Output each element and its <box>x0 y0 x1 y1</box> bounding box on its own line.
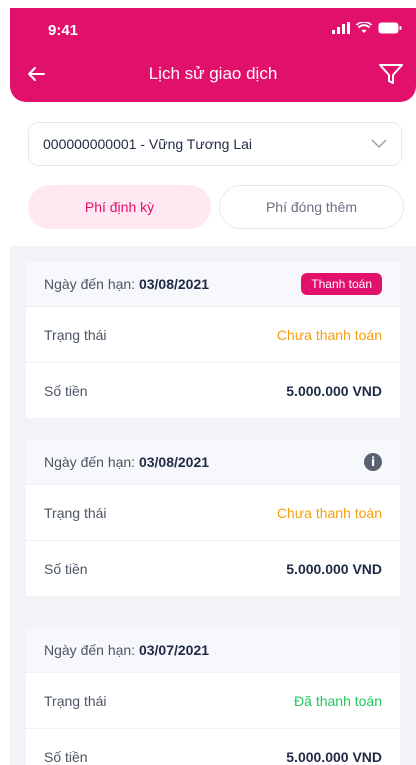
amount-label: Số tiền <box>44 560 88 577</box>
due-date-label: Ngày đến hạn: <box>44 276 136 292</box>
status-row: Trạng thái Chưa thanh toán <box>26 306 400 362</box>
status-value: Đã thanh toán <box>294 692 382 709</box>
card-header: Ngày đến hạn: 03/08/2021 i <box>26 440 400 484</box>
transaction-card: Ngày đến hạn: 03/08/2021 i Trạng thái Ch… <box>26 440 400 596</box>
status-time: 9:41 <box>48 22 79 39</box>
amount-row: Số tiền 5.000.000 VND <box>26 728 400 765</box>
page-title: Lịch sử giao dịch <box>148 64 278 83</box>
amount-value: 5.000.000 VND <box>286 382 382 399</box>
due-date-value: 03/07/2021 <box>138 642 210 658</box>
wifi-icon <box>356 22 372 33</box>
card-header: Ngày đến hạn: 03/07/2021 <box>26 628 400 672</box>
amount-value: 5.000.000 VND <box>286 560 382 577</box>
status-row: Trạng thái Chưa thanh toán <box>26 484 400 540</box>
transaction-card: Ngày đến hạn: 03/08/2021 Thanh toán Trạn… <box>26 262 400 418</box>
tab-periodic-fee[interactable]: Phí định kỳ <box>28 185 211 229</box>
status-row: Trạng thái Đã thanh toán <box>26 672 400 728</box>
amount-row: Số tiền 5.000.000 VND <box>26 362 400 418</box>
amount-value: 5.000.000 VND <box>286 748 382 765</box>
account-selector[interactable]: 000000000001 - Vững Tương Lai <box>28 122 402 166</box>
signal-icon <box>332 22 350 34</box>
status-icons <box>332 22 402 34</box>
due-date-label: Ngày đến hạn: <box>44 642 136 658</box>
card-header: Ngày đến hạn: 03/08/2021 Thanh toán <box>26 262 400 306</box>
due-date-value: 03/08/2021 <box>138 454 210 470</box>
due-date-value: 03/08/2021 <box>138 276 210 292</box>
status-label: Trạng thái <box>44 692 107 709</box>
tab-additional-fee[interactable]: Phí đóng thêm <box>219 185 404 229</box>
battery-icon <box>378 22 402 34</box>
status-label: Trạng thái <box>44 326 107 343</box>
status-value: Chưa thanh toán <box>276 326 382 343</box>
amount-label: Số tiền <box>44 382 88 399</box>
status-label: Trạng thái <box>44 504 107 521</box>
status-value: Chưa thanh toán <box>276 504 382 521</box>
account-selector-value: 000000000001 - Vững Tương Lai <box>43 136 253 152</box>
transaction-card: Ngày đến hạn: 03/07/2021 Trạng thái Đã t… <box>26 628 400 765</box>
chevron-down-icon <box>371 139 387 149</box>
transaction-list: Ngày đến hạn: 03/08/2021 Thanh toán Trạn… <box>10 246 416 765</box>
amount-row: Số tiền 5.000.000 VND <box>26 540 400 596</box>
amount-label: Số tiền <box>44 748 88 765</box>
app-header: 9:41 Lịch sử giao dịch <box>10 8 416 102</box>
due-date-label: Ngày đến hạn: <box>44 454 136 470</box>
filter-icon[interactable] <box>378 62 404 86</box>
pay-button[interactable]: Thanh toán <box>301 273 382 295</box>
fee-tabs: Phí định kỳ Phí đóng thêm <box>28 185 404 229</box>
info-icon[interactable]: i <box>364 453 382 471</box>
